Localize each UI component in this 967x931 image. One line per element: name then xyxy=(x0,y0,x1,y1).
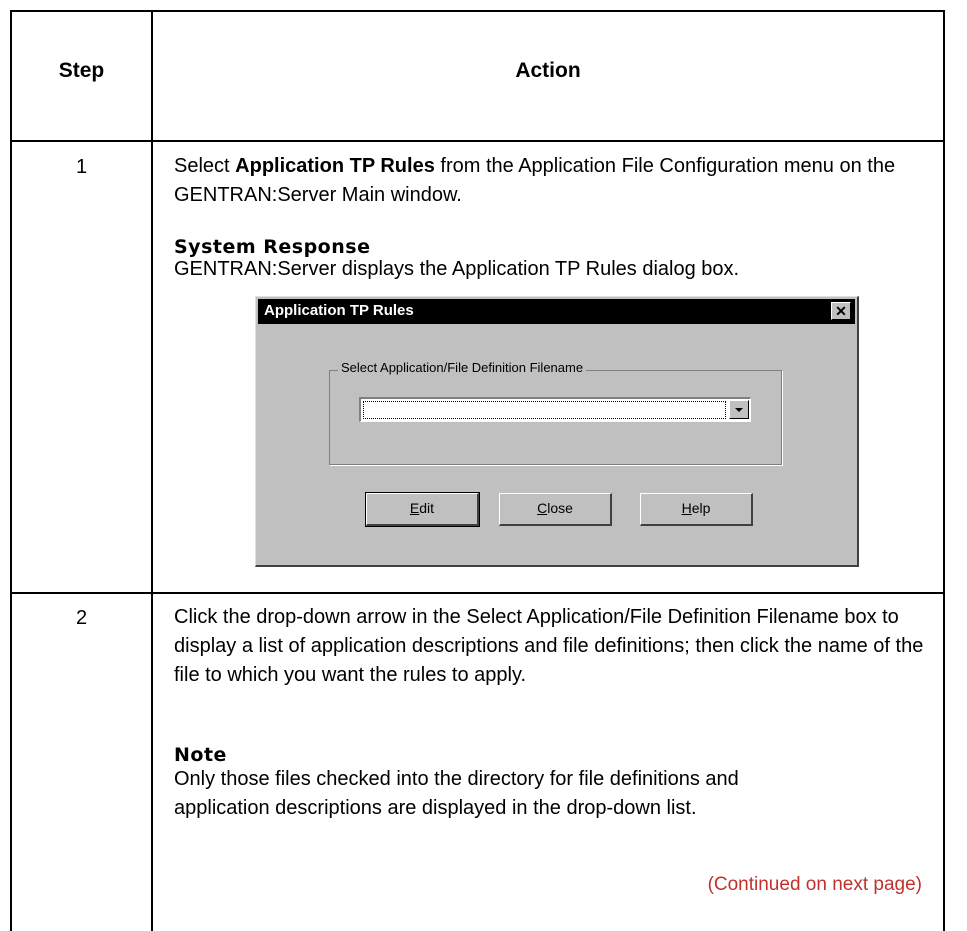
edit-mnemonic: E xyxy=(409,500,420,516)
step-1-action-pre: Select xyxy=(174,155,236,177)
step-number-1: 1 xyxy=(75,156,88,178)
help-label: elp xyxy=(691,500,711,516)
filename-combobox[interactable] xyxy=(359,397,751,422)
step-1-response: GENTRAN:Server displays the Application … xyxy=(174,258,740,280)
help-button[interactable]: Help xyxy=(640,493,753,526)
close-label: lose xyxy=(547,500,573,516)
row-divider xyxy=(12,592,943,594)
chevron-down-icon[interactable] xyxy=(729,400,749,419)
header-divider xyxy=(12,140,943,142)
close-mnemonic: C xyxy=(537,500,548,516)
application-tp-rules-dialog: Application TP Rules ✕ Select Applicatio… xyxy=(255,296,859,567)
close-button[interactable]: Close xyxy=(499,493,612,526)
help-mnemonic: H xyxy=(681,500,692,516)
action-column-header: Action xyxy=(515,59,581,82)
step-column-header: Step xyxy=(58,59,105,82)
continued-note: (Continued on next page) xyxy=(707,874,922,895)
step-2-note: Only those files checked into the direct… xyxy=(174,768,739,819)
dialog-titlebar: Application TP Rules ✕ xyxy=(258,299,855,324)
edit-button[interactable]: Edit xyxy=(365,492,480,527)
step-number-2: 2 xyxy=(75,607,88,629)
step-2-action: Click the drop-down arrow in the Select … xyxy=(174,606,924,686)
groupbox-label: Select Application/File Definition Filen… xyxy=(338,360,587,375)
step-1-action: Select Application TP Rules from the App… xyxy=(174,152,924,210)
edit-label: dit xyxy=(419,500,435,516)
column-divider xyxy=(151,12,153,931)
step-1-action-bold: Application TP Rules xyxy=(235,155,435,177)
close-icon[interactable]: ✕ xyxy=(831,302,851,320)
dialog-title: Application TP Rules xyxy=(264,302,414,319)
combo-value xyxy=(363,401,726,419)
